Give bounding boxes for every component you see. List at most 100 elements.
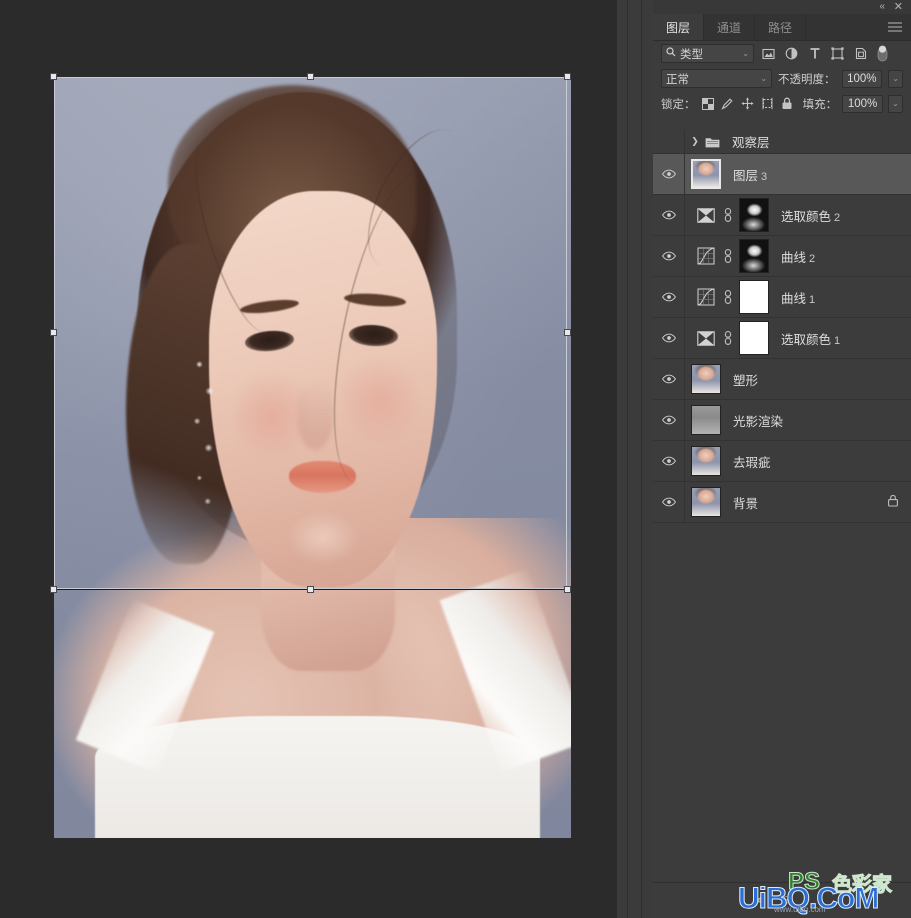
layer-name[interactable]: 曲线 2 — [781, 247, 815, 266]
tab-layers[interactable]: 图层 — [653, 14, 705, 40]
link-mask-icon[interactable] — [722, 331, 734, 345]
image-nose — [296, 381, 334, 450]
layer-thumbnail-image — [692, 447, 720, 475]
layer-style-button[interactable]: fx — [782, 893, 791, 909]
layer-mask-thumbnail[interactable] — [739, 239, 769, 273]
blend-mode-select[interactable]: 正常 ⌄ — [661, 69, 773, 88]
layer-row[interactable]: 图层 3 — [653, 154, 911, 195]
document-canvas[interactable] — [54, 77, 571, 838]
layer-name[interactable]: 去瑕疵 — [733, 452, 771, 471]
layer-name[interactable]: 观察层 — [732, 132, 770, 151]
filter-shape-icon[interactable] — [829, 44, 846, 63]
layer-name[interactable]: 光影渲染 — [733, 411, 783, 430]
curves-icon[interactable] — [695, 245, 717, 267]
chevron-right-icon[interactable]: ❯ — [689, 136, 701, 147]
lock-all-icon[interactable] — [780, 95, 795, 113]
layer-thumbnail[interactable] — [691, 405, 721, 435]
collapse-panel-icon[interactable]: « — [879, 2, 885, 12]
layer-row[interactable]: ❯ 观察层 — [653, 130, 911, 154]
search-icon — [666, 47, 676, 60]
close-panel-icon[interactable]: ✕ — [894, 2, 903, 13]
lock-position-icon[interactable] — [740, 95, 755, 113]
chevron-down-icon: ⌄ — [760, 74, 768, 83]
layer-row[interactable]: 光影渲染 — [653, 400, 911, 441]
portrait-image — [54, 77, 571, 838]
link-mask-icon[interactable] — [722, 208, 734, 222]
tab-channels[interactable]: 通道 — [704, 14, 756, 40]
layer-name-suffix: 2 — [834, 211, 841, 224]
layer-row[interactable]: 选取颜色 1 — [653, 318, 911, 359]
fill-stepper-icon[interactable]: ⌄ — [888, 94, 904, 113]
filter-type-select[interactable]: 类型 ⌄ — [661, 44, 754, 63]
layer-mask-thumbnail[interactable] — [739, 198, 769, 232]
blend-mode-value: 正常 — [666, 73, 689, 86]
layer-thumbnail[interactable] — [691, 159, 721, 189]
fill-input[interactable]: 100% — [842, 94, 884, 113]
blend-mode-row: 正常 ⌄ 不透明度： 100% ⌄ — [653, 66, 911, 91]
tab-paths[interactable]: 路径 — [755, 14, 807, 40]
layer-visibility-toggle[interactable] — [653, 318, 685, 358]
opacity-label: 不透明度： — [778, 73, 836, 86]
panel-tab-bar: 图层 通道 路径 — [653, 14, 911, 41]
layer-row[interactable]: 曲线 2 — [653, 236, 911, 277]
lock-artboard-nesting-icon[interactable] — [760, 95, 775, 113]
layer-visibility-toggle[interactable] — [653, 154, 685, 194]
layer-name[interactable]: 曲线 1 — [781, 288, 815, 307]
layer-visibility-toggle[interactable] — [653, 400, 685, 440]
layer-name[interactable]: 选取颜色 1 — [781, 329, 840, 348]
layer-locked-icon — [887, 494, 899, 510]
layer-visibility-toggle[interactable] — [653, 130, 685, 153]
layer-row[interactable]: 背景 — [653, 482, 911, 523]
layer-mask-thumbnail[interactable] — [739, 321, 769, 355]
selective-color-icon[interactable] — [695, 204, 717, 226]
layer-filter-row: 类型 ⌄ — [653, 41, 911, 66]
lock-label: 锁定： — [661, 98, 696, 111]
layer-name[interactable]: 塑形 — [733, 370, 758, 389]
filter-enable-toggle[interactable] — [875, 44, 889, 63]
layer-thumbnail[interactable] — [691, 446, 721, 476]
layer-name[interactable]: 背景 — [733, 493, 758, 512]
lock-image-pixels-icon[interactable] — [720, 95, 735, 113]
filter-adjustment-icon[interactable] — [783, 44, 800, 63]
layer-visibility-toggle[interactable] — [653, 359, 685, 399]
filter-smart-object-icon[interactable] — [852, 44, 869, 63]
layer-thumbnail-image — [692, 488, 720, 516]
layer-name-suffix: 2 — [809, 252, 816, 265]
lock-row: 锁定： 填充： 100% ⌄ — [653, 91, 911, 116]
panel-menu-icon[interactable] — [888, 20, 902, 35]
layer-name[interactable]: 图层 3 — [733, 165, 767, 184]
opacity-input[interactable]: 100% — [841, 69, 883, 88]
layer-thumbnail[interactable] — [691, 487, 721, 517]
layers-panel-footer: ⚭ fx — [653, 882, 911, 918]
layer-name-suffix: 1 — [809, 293, 816, 306]
layer-mask-thumbnail[interactable] — [739, 280, 769, 314]
layer-visibility-toggle[interactable] — [653, 277, 685, 317]
link-layers-button[interactable]: ⚭ — [753, 893, 764, 909]
link-mask-icon[interactable] — [722, 249, 734, 263]
lock-transparent-pixels-icon[interactable] — [701, 95, 716, 113]
chevron-down-icon: ⌄ — [742, 49, 749, 58]
selective-color-icon[interactable] — [695, 327, 717, 349]
layer-thumbnail-image — [692, 365, 720, 393]
canvas-area[interactable] — [0, 0, 617, 918]
layer-row[interactable]: 去瑕疵 — [653, 441, 911, 482]
layer-name-suffix: 1 — [834, 334, 841, 347]
layer-name[interactable]: 选取颜色 2 — [781, 206, 840, 225]
opacity-stepper-icon[interactable]: ⌄ — [888, 69, 903, 88]
layers-list[interactable]: ❯ 观察层图层 3 选取颜色 2 曲线 2 曲线 1 选取颜色 1 塑形光影渲染去瑕疵背景 — [653, 130, 911, 882]
link-mask-icon[interactable] — [722, 290, 734, 304]
layer-thumbnail[interactable] — [691, 364, 721, 394]
layer-row[interactable]: 选取颜色 2 — [653, 195, 911, 236]
layer-row[interactable]: 曲线 1 — [653, 277, 911, 318]
layer-visibility-toggle[interactable] — [653, 195, 685, 235]
panel-titlebar: « ✕ — [653, 0, 911, 14]
filter-type-icon[interactable] — [806, 44, 823, 63]
photoshop-window: « ✕ 图层 通道 路径 类型 ⌄ 正常 ⌄ 不透明度： 100% ⌄ 锁定： … — [0, 0, 911, 918]
curves-icon[interactable] — [695, 286, 717, 308]
layer-visibility-toggle[interactable] — [653, 482, 685, 522]
layer-visibility-toggle[interactable] — [653, 441, 685, 481]
layer-row[interactable]: 塑形 — [653, 359, 911, 400]
filter-pixel-icon[interactable] — [760, 44, 777, 63]
layer-visibility-toggle[interactable] — [653, 236, 685, 276]
filter-type-label: 类型 — [680, 48, 703, 61]
